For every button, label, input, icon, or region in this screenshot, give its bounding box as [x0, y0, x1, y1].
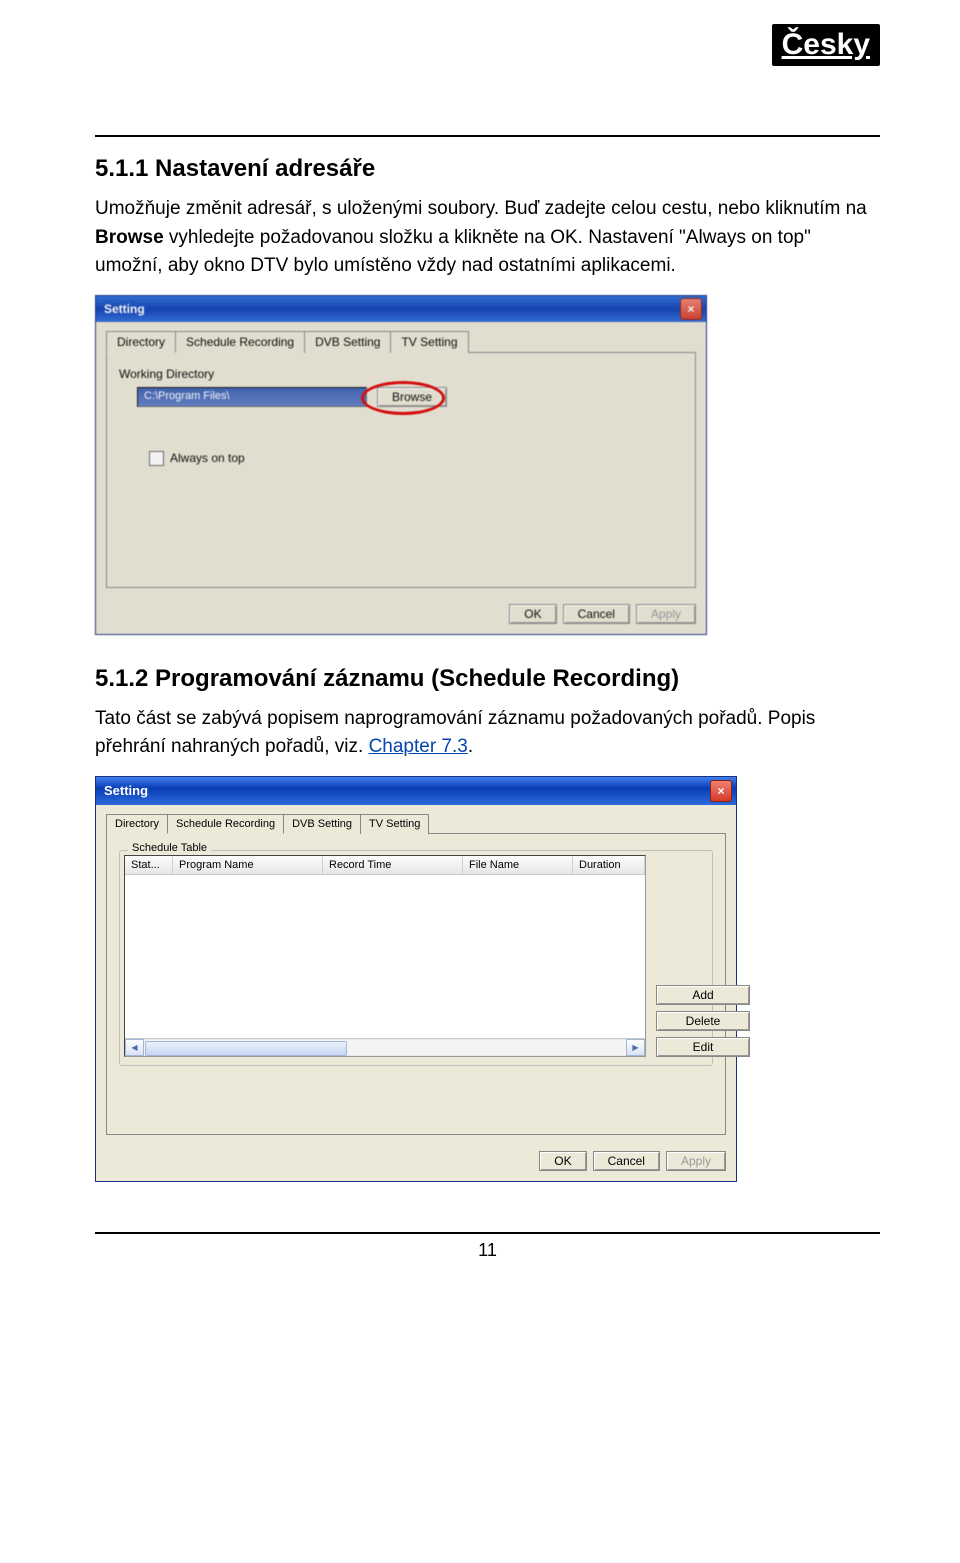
close-icon[interactable]: ×: [680, 298, 702, 320]
col-program-name[interactable]: Program Name: [173, 856, 323, 874]
settings-dialog-directory: Setting × Directory Schedule Recording D…: [95, 295, 707, 635]
language-badge: Česky: [772, 24, 880, 66]
tab-strip: Directory Schedule Recording DVB Setting…: [106, 330, 696, 353]
dialog-titlebar[interactable]: Setting ×: [96, 296, 706, 322]
always-on-top-checkbox[interactable]: [149, 451, 164, 466]
scroll-thumb[interactable]: [145, 1041, 347, 1056]
page-footer: 11: [95, 1232, 880, 1261]
delete-button[interactable]: Delete: [656, 1011, 750, 1031]
schedule-table[interactable]: Stat... Program Name Record Time File Na…: [124, 855, 646, 1057]
scroll-left-icon[interactable]: ◀: [125, 1039, 144, 1056]
col-file-name[interactable]: File Name: [463, 856, 573, 874]
page-number: 11: [478, 1240, 497, 1260]
apply-button: Apply: [666, 1151, 726, 1171]
tab-directory[interactable]: Directory: [106, 814, 168, 834]
text: Umožňuje změnit adresář, s uloženými sou…: [95, 198, 867, 219]
ok-button[interactable]: OK: [539, 1151, 586, 1171]
add-button[interactable]: Add: [656, 985, 750, 1005]
section-512-heading: 5.1.2 Programování záznamu (Schedule Rec…: [95, 665, 880, 693]
always-on-top-label: Always on top: [170, 451, 245, 465]
tab-tv-setting[interactable]: TV Setting: [390, 331, 468, 353]
browse-word: Browse: [95, 227, 164, 248]
col-duration[interactable]: Duration: [573, 856, 645, 874]
tab-schedule-recording[interactable]: Schedule Recording: [175, 331, 305, 353]
tab-tv-setting[interactable]: TV Setting: [360, 814, 429, 834]
text: .: [468, 736, 473, 757]
tab-dvb-setting[interactable]: DVB Setting: [304, 331, 391, 353]
cancel-button[interactable]: Cancel: [593, 1151, 660, 1171]
tab-directory[interactable]: Directory: [106, 331, 176, 353]
section-511-heading: 5.1.1 Nastavení adresáře: [95, 155, 880, 183]
working-directory-label: Working Directory: [119, 367, 683, 381]
schedule-table-group: Schedule Table Stat... Program Name Reco…: [119, 850, 713, 1066]
text: vyhledejte požadovanou složku a klikněte…: [95, 227, 811, 277]
tab-strip: Directory Schedule Recording DVB Setting…: [106, 813, 726, 834]
header-rule: [95, 135, 880, 137]
close-icon[interactable]: ×: [710, 780, 732, 802]
section-511-body: Umožňuje změnit adresář, s uloženými sou…: [95, 195, 880, 281]
dialog-title: Setting: [104, 783, 148, 798]
dialog-titlebar[interactable]: Setting ×: [96, 777, 736, 805]
horizontal-scrollbar[interactable]: ◀ ▶: [125, 1038, 645, 1056]
settings-dialog-schedule: Setting × Directory Schedule Recording D…: [95, 776, 737, 1182]
directory-path-input[interactable]: C:\Program Files\: [137, 387, 367, 407]
table-body-empty: [125, 875, 645, 1035]
section-512-body: Tato část se zabývá popisem naprogramová…: [95, 705, 880, 762]
apply-button: Apply: [636, 604, 696, 624]
col-status[interactable]: Stat...: [125, 856, 173, 874]
scroll-right-icon[interactable]: ▶: [626, 1039, 645, 1056]
tab-dvb-setting[interactable]: DVB Setting: [283, 814, 361, 834]
ok-button[interactable]: OK: [509, 604, 556, 624]
cancel-button[interactable]: Cancel: [563, 604, 630, 624]
dialog-title: Setting: [104, 302, 145, 316]
edit-button[interactable]: Edit: [656, 1037, 750, 1057]
browse-button[interactable]: Browse: [377, 387, 447, 407]
tab-schedule-recording[interactable]: Schedule Recording: [167, 814, 284, 834]
schedule-table-label: Schedule Table: [128, 842, 211, 854]
col-record-time[interactable]: Record Time: [323, 856, 463, 874]
chapter-link[interactable]: Chapter 7.3: [369, 736, 468, 757]
